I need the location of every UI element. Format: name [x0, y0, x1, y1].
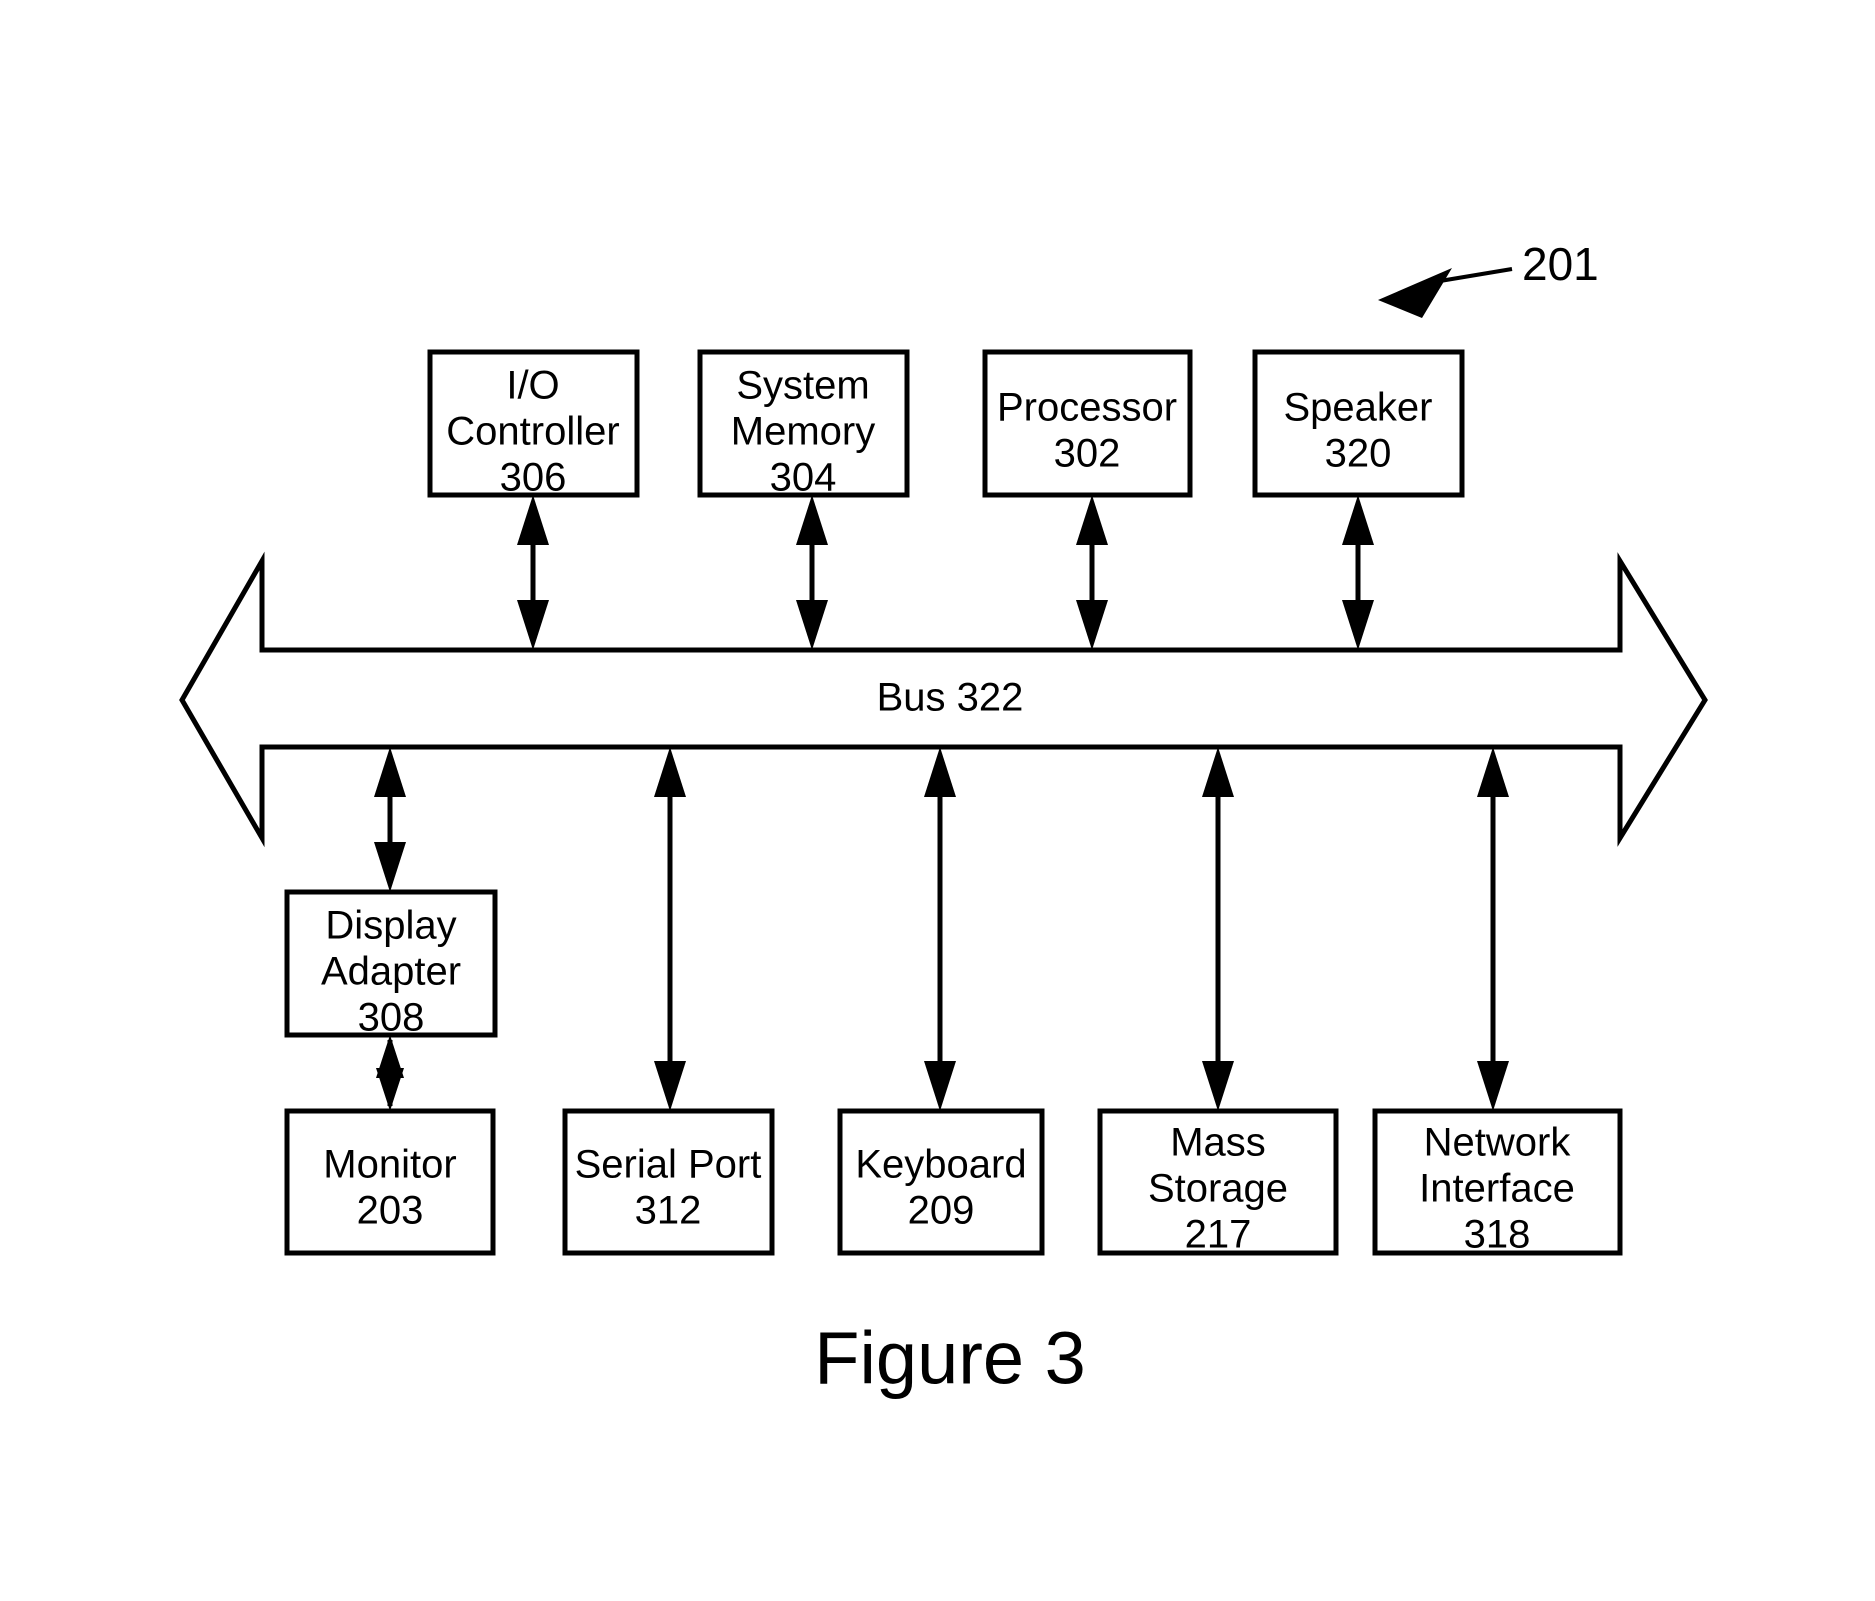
connector-bus-keyboard — [924, 747, 956, 1111]
arrowhead-up-icon — [796, 495, 828, 545]
io-controller-number: 306 — [500, 456, 567, 500]
top-row-group: I/O Controller 306 System Memory 304 Pro… — [427, 349, 1465, 500]
serial-port-label-line1: Serial Port — [575, 1143, 762, 1187]
processor-label-line1: Processor — [997, 386, 1177, 430]
block-keyboard[interactable]: Keyboard 209 — [837, 1108, 1045, 1256]
system-reference-label: 201 — [1522, 238, 1599, 290]
arrowhead-up-icon — [1076, 495, 1108, 545]
arrowhead-up-icon — [654, 747, 686, 797]
block-display-adapter[interactable]: Display Adapter 308 — [284, 889, 498, 1040]
arrowhead-up-icon — [517, 495, 549, 545]
keyboard-label-line1: Keyboard — [855, 1143, 1026, 1187]
system-reference-callout: 201 — [1378, 238, 1599, 318]
arrowhead-down-icon — [1477, 1061, 1509, 1111]
block-mass-storage[interactable]: Mass Storage 217 — [1097, 1108, 1339, 1257]
arrowhead-down-icon — [376, 1068, 404, 1111]
system-memory-label-line1: System — [736, 364, 869, 408]
callout-leader-line — [1439, 267, 1513, 283]
bottom-connectors-group — [374, 747, 1509, 1111]
monitor-label-line1: Monitor — [323, 1143, 456, 1187]
callout-arrowhead-icon — [1378, 268, 1452, 318]
block-serial-port[interactable]: Serial Port 312 — [562, 1108, 775, 1256]
arrowhead-down-icon — [374, 842, 406, 892]
arrowhead-up-icon — [1342, 495, 1374, 545]
speaker-label-line1: Speaker — [1284, 386, 1433, 430]
io-controller-label-line2: Controller — [446, 410, 619, 454]
speaker-number: 320 — [1325, 432, 1392, 476]
block-diagram: 201 I/O Controller 306 System Memory 304… — [179, 238, 1708, 1400]
display-adapter-label-line1: Display — [325, 904, 456, 948]
arrowhead-down-icon — [1076, 600, 1108, 650]
block-processor[interactable]: Processor 302 — [982, 349, 1193, 498]
connector-io-controller-bus — [517, 495, 549, 650]
connector-bus-network-interface — [1477, 747, 1509, 1111]
connector-bus-serial-port — [654, 747, 686, 1111]
arrowhead-down-icon — [1342, 600, 1374, 650]
mass-storage-label-line1: Mass — [1170, 1121, 1266, 1165]
arrowhead-up-icon — [374, 747, 406, 797]
connector-bus-display-adapter — [374, 747, 406, 892]
arrowhead-down-icon — [924, 1061, 956, 1111]
figure-caption: Figure 3 — [814, 1317, 1085, 1400]
connector-system-memory-bus — [796, 495, 828, 650]
top-connectors-group — [517, 495, 1374, 650]
connector-display-adapter-monitor — [376, 1035, 404, 1111]
network-interface-label-line1: Network — [1424, 1121, 1572, 1165]
block-network-interface[interactable]: Network Interface 318 — [1372, 1108, 1623, 1257]
keyboard-number: 209 — [908, 1189, 975, 1233]
display-adapter-number: 308 — [358, 996, 425, 1040]
display-adapter-label-line2: Adapter — [321, 950, 461, 994]
connector-processor-bus — [1076, 495, 1108, 650]
arrowhead-down-icon — [654, 1061, 686, 1111]
network-interface-number: 318 — [1464, 1213, 1531, 1257]
block-monitor[interactable]: Monitor 203 — [284, 1108, 496, 1256]
block-system-memory[interactable]: System Memory 304 — [697, 349, 910, 500]
arrowhead-up-icon — [924, 747, 956, 797]
mass-storage-label-line2: Storage — [1148, 1167, 1288, 1211]
monitor-number: 203 — [357, 1189, 424, 1233]
system-memory-number: 304 — [770, 456, 837, 500]
serial-port-number: 312 — [635, 1189, 702, 1233]
processor-number: 302 — [1054, 432, 1121, 476]
arrowhead-down-icon — [796, 600, 828, 650]
bottom-row-group: Monitor 203 Serial Port 312 Keyboard 209… — [284, 1108, 1623, 1257]
connector-bus-mass-storage — [1202, 747, 1234, 1111]
block-speaker[interactable]: Speaker 320 — [1252, 349, 1465, 498]
system-memory-label-line2: Memory — [731, 410, 875, 454]
io-controller-label-line1: I/O — [506, 364, 559, 408]
arrowhead-up-icon — [1202, 747, 1234, 797]
block-io-controller[interactable]: I/O Controller 306 — [427, 349, 640, 500]
mass-storage-number: 217 — [1185, 1213, 1252, 1257]
bus-label: Bus 322 — [877, 676, 1024, 720]
arrowhead-down-icon — [1202, 1061, 1234, 1111]
arrowhead-down-icon — [517, 600, 549, 650]
network-interface-label-line2: Interface — [1419, 1167, 1575, 1211]
connector-speaker-bus — [1342, 495, 1374, 650]
figure-container: 201 I/O Controller 306 System Memory 304… — [0, 0, 1875, 1601]
arrowhead-up-icon — [1477, 747, 1509, 797]
